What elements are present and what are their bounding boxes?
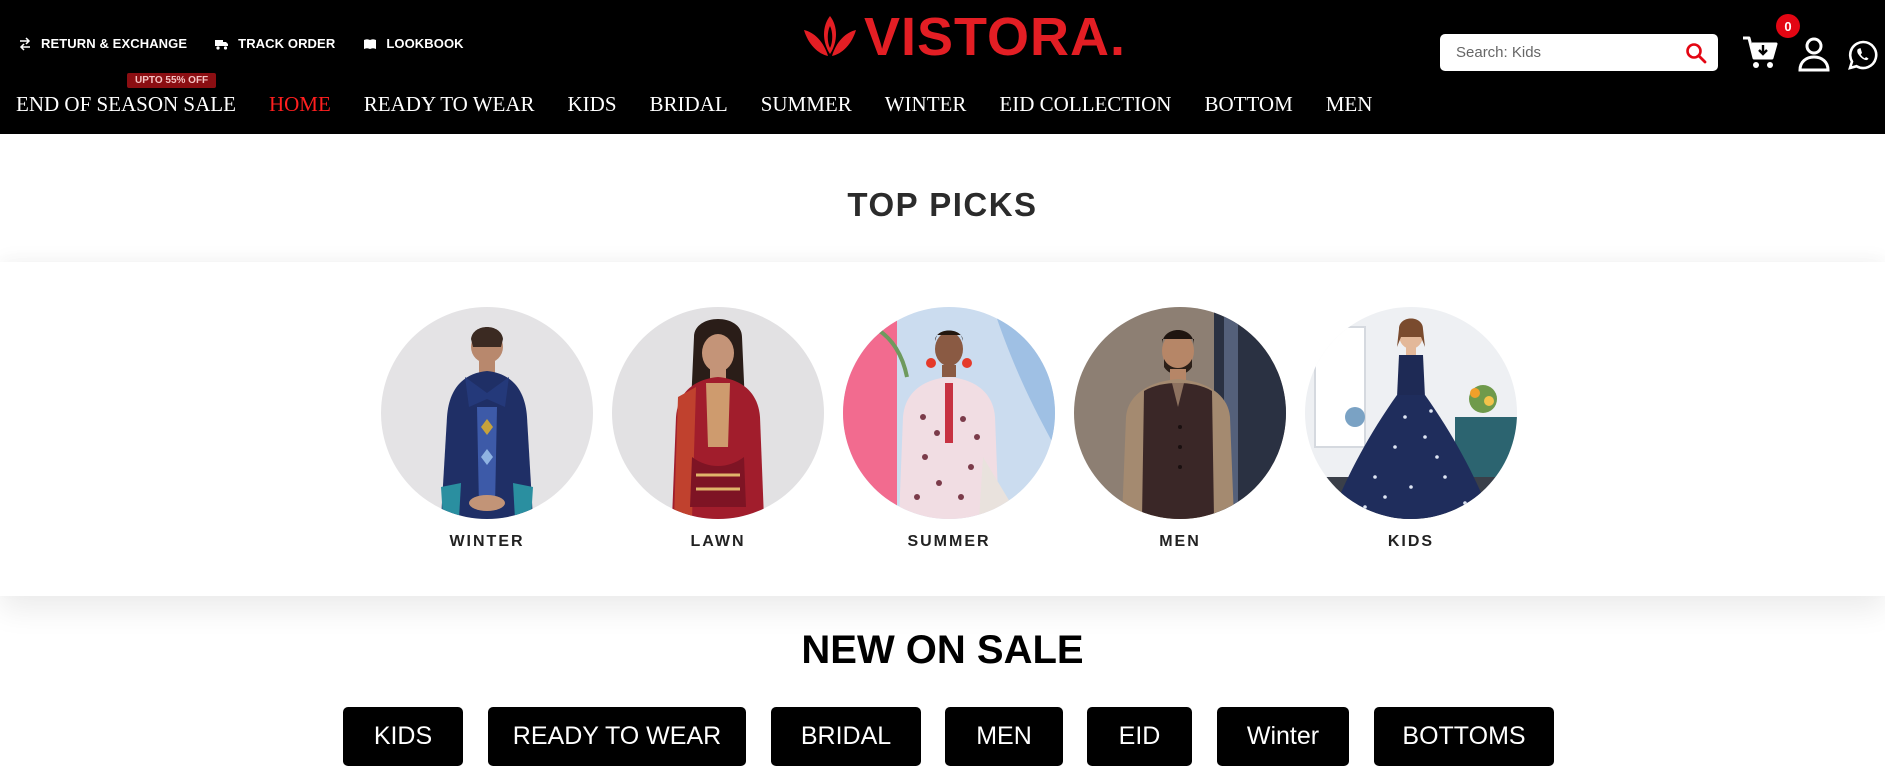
sale-eid-button[interactable]: EID	[1087, 707, 1192, 766]
sale-discount-tag: UPTO 55% OFF	[127, 73, 217, 88]
sale-bottoms-button[interactable]: BOTTOMS	[1374, 707, 1554, 766]
pick-summer-label: SUMMER	[907, 533, 991, 550]
pick-winter-image[interactable]	[381, 307, 593, 519]
user-icon[interactable]	[1797, 36, 1831, 72]
site-logo[interactable]: VISTORA.	[800, 10, 1126, 64]
top-picks-title: TOP PICKS	[847, 186, 1038, 223]
exchange-icon	[18, 36, 32, 51]
sale-men-button[interactable]: MEN	[945, 707, 1063, 766]
nav-eid-collection[interactable]: EID COLLECTION	[999, 92, 1171, 116]
pick-winter-label: WINTER	[449, 533, 525, 550]
site-header: RETURN & EXCHANGE TRACK ORDER LOOKBOOK V…	[0, 0, 1885, 134]
nav-summer[interactable]: SUMMER	[761, 92, 852, 116]
lookbook-link[interactable]: LOOKBOOK	[363, 36, 464, 51]
nav-kids[interactable]: KIDS	[568, 92, 617, 116]
nav-end-of-season-sale[interactable]: END OF SEASON SALE	[16, 92, 236, 116]
nav-men[interactable]: MEN	[1326, 92, 1373, 116]
pick-summer[interactable]: SUMMER	[843, 307, 1055, 551]
pick-men-image[interactable]	[1074, 307, 1286, 519]
main-navigation: END OF SEASON SALE HOME READY TO WEAR KI…	[16, 92, 1405, 116]
nav-ready-to-wear[interactable]: READY TO WEAR	[364, 92, 535, 116]
pick-lawn-image[interactable]	[612, 307, 824, 519]
search-box	[1440, 34, 1718, 71]
new-on-sale-title: NEW ON SALE	[801, 628, 1084, 672]
pick-kids-image[interactable]	[1305, 307, 1517, 519]
pick-men-label: MEN	[1159, 533, 1201, 550]
track-order-link[interactable]: TRACK ORDER	[215, 36, 335, 51]
pick-summer-image[interactable]	[843, 307, 1055, 519]
search-input[interactable]	[1456, 44, 1684, 61]
nav-bottom[interactable]: BOTTOM	[1204, 92, 1292, 116]
sale-ready-to-wear-button[interactable]: READY TO WEAR	[488, 707, 746, 766]
pick-kids[interactable]: KIDS	[1305, 307, 1517, 551]
track-order-label: TRACK ORDER	[238, 36, 336, 51]
pick-kids-label: KIDS	[1387, 533, 1435, 550]
return-exchange-label: RETURN & EXCHANGE	[41, 36, 188, 51]
lotus-logo-icon	[800, 12, 860, 62]
pick-men[interactable]: MEN	[1074, 307, 1286, 551]
truck-icon	[215, 37, 229, 51]
whatsapp-icon[interactable]	[1848, 40, 1878, 70]
pick-lawn-label: LAWN	[690, 533, 746, 550]
utility-links: RETURN & EXCHANGE TRACK ORDER LOOKBOOK	[18, 36, 464, 51]
return-exchange-link[interactable]: RETURN & EXCHANGE	[18, 36, 187, 51]
cart-count-badge: 0	[1776, 14, 1800, 38]
sale-winter-button[interactable]: Winter	[1217, 707, 1349, 766]
pick-lawn[interactable]: LAWN	[612, 307, 824, 551]
sale-kids-button[interactable]: KIDS	[343, 707, 463, 766]
nav-bridal[interactable]: BRIDAL	[650, 92, 728, 116]
logo-text: VISTORA.	[864, 7, 1127, 67]
nav-home[interactable]: HOME	[269, 92, 331, 116]
sale-bridal-button[interactable]: BRIDAL	[771, 707, 921, 766]
search-icon[interactable]	[1684, 41, 1708, 65]
book-icon	[363, 37, 377, 51]
lookbook-label: LOOKBOOK	[386, 36, 464, 51]
nav-winter[interactable]: WINTER	[885, 92, 967, 116]
pick-winter[interactable]: WINTER	[381, 307, 593, 551]
cart-icon[interactable]	[1740, 32, 1780, 72]
